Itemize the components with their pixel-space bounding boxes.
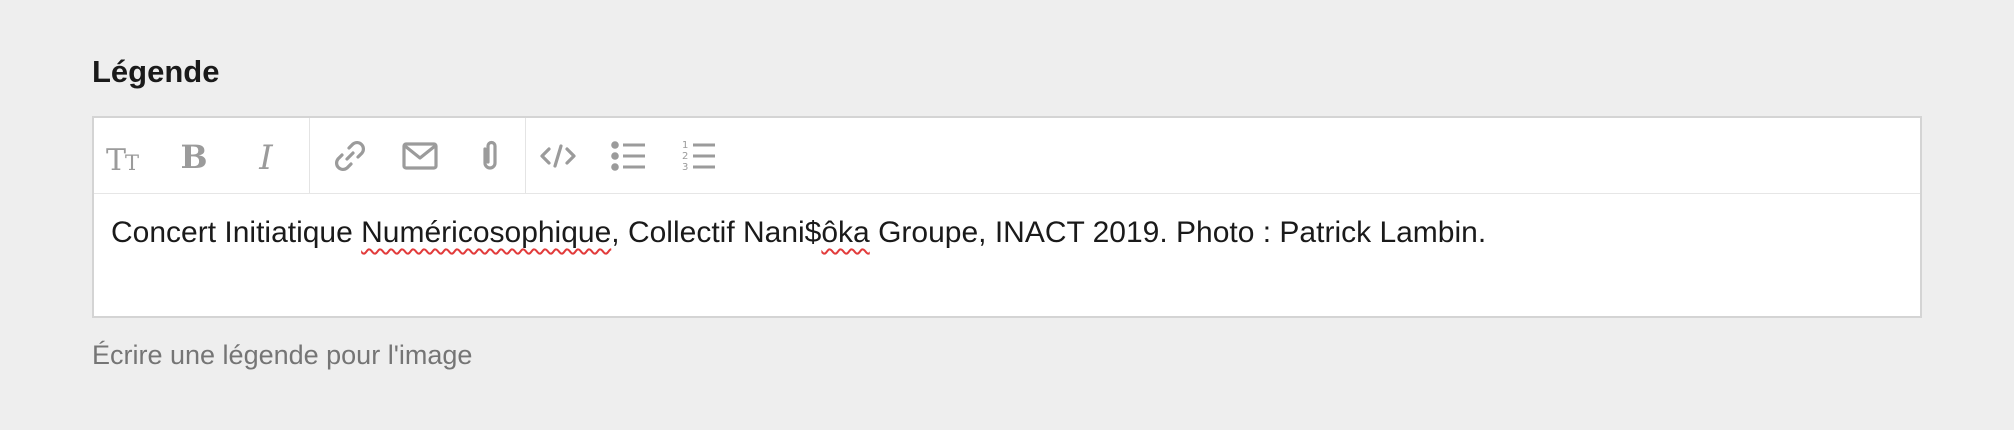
text-size-glyph-large: T: [106, 143, 126, 176]
bold-glyph: B: [180, 138, 207, 176]
editor-toolbar: T T B I 1 2 3: [94, 118, 1920, 194]
text-size-button[interactable]: T T: [102, 134, 146, 178]
caption-text-segment: Concert Initiatique: [111, 216, 362, 249]
caption-text-segment: Groupe, INACT 2019. Photo : Patrick Lamb…: [869, 216, 1487, 249]
attachment-button[interactable]: [468, 134, 512, 178]
caption-help-text: Écrire une légende pour l'image: [92, 340, 473, 370]
italic-button[interactable]: I: [244, 134, 288, 178]
insert-group: [310, 118, 526, 193]
caption-field: Légende T T B I 1 2 3 Concert Initiatiqu…: [92, 0, 1924, 430]
numbered-list-number: 1: [682, 140, 688, 151]
block-group: 1 2 3: [526, 118, 766, 193]
text-size-icon: T T: [106, 143, 139, 176]
bullet-list-button[interactable]: [606, 134, 650, 178]
misspelled-word: Numéricosophique: [361, 216, 612, 249]
numbered-list-icon: 1 2 3: [682, 140, 715, 173]
numbered-list-number: 3: [682, 162, 688, 173]
rich-text-editor: T T B I 1 2 3 Concert Initiatique Numéri…: [92, 116, 1922, 318]
bold-button[interactable]: B: [172, 134, 216, 178]
caption-text-segment: , Collectif Nani$: [611, 216, 822, 249]
attachment-icon: [483, 140, 497, 170]
link-icon: [334, 140, 366, 172]
caption-input[interactable]: Concert Initiatique Numéricosophique, Co…: [94, 194, 1920, 318]
email-icon: [402, 142, 438, 170]
misspelled-word: ôka: [821, 216, 870, 249]
link-button[interactable]: [328, 134, 372, 178]
numbered-list-number: 2: [682, 151, 688, 162]
numbered-list-button[interactable]: 1 2 3: [676, 134, 720, 178]
caption-label: Légende: [92, 54, 220, 89]
bullet-list-icon: [611, 141, 645, 171]
code-icon: [540, 144, 576, 168]
email-button[interactable]: [398, 134, 442, 178]
code-button[interactable]: [536, 134, 580, 178]
text-format-group: T T B I: [94, 118, 310, 193]
text-size-glyph-small: T: [125, 151, 139, 175]
bold-icon: B: [180, 138, 207, 176]
italic-glyph: I: [258, 138, 273, 176]
italic-icon: I: [258, 138, 273, 176]
